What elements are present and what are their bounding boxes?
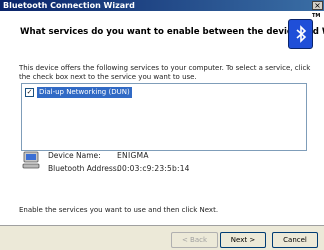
wizard-window: Bluetooth Connection Wizard × What servi…	[0, 0, 324, 250]
window-title: Bluetooth Connection Wizard	[3, 1, 135, 10]
close-button[interactable]: ×	[312, 1, 323, 10]
title-bar: Bluetooth Connection Wizard ×	[0, 0, 324, 11]
service-checkbox[interactable]: ✓	[25, 88, 34, 97]
computer-icon	[22, 151, 40, 169]
description-text: This device offers the following service…	[19, 64, 311, 81]
wizard-body: This device offers the following service…	[0, 50, 324, 225]
device-name-label: Device Name:	[48, 151, 101, 160]
next-button[interactable]: Next >	[220, 232, 266, 248]
bluetooth-address-label: Bluetooth Address:	[48, 164, 120, 173]
service-list[interactable]: ✓ Dial-up Networking (DUN)	[21, 83, 307, 151]
device-name-value: ENIGMA	[117, 151, 149, 160]
button-bar: < Back Next > Cancel	[0, 225, 324, 250]
service-label[interactable]: Dial-up Networking (DUN)	[37, 87, 132, 98]
back-button[interactable]: < Back	[171, 232, 218, 248]
wizard-header: What services do you want to enable betw…	[0, 11, 324, 51]
instruction-text: Enable the services you want to use and …	[19, 206, 219, 214]
bluetooth-logo-icon	[288, 19, 313, 49]
cancel-button[interactable]: Cancel	[272, 232, 318, 248]
header-question: What services do you want to enable betw…	[20, 27, 324, 37]
trademark-mark: TM	[312, 13, 321, 19]
bluetooth-address-value: 00:03:c9:23:5b:14	[117, 164, 190, 173]
bluetooth-rune-icon	[295, 25, 306, 43]
